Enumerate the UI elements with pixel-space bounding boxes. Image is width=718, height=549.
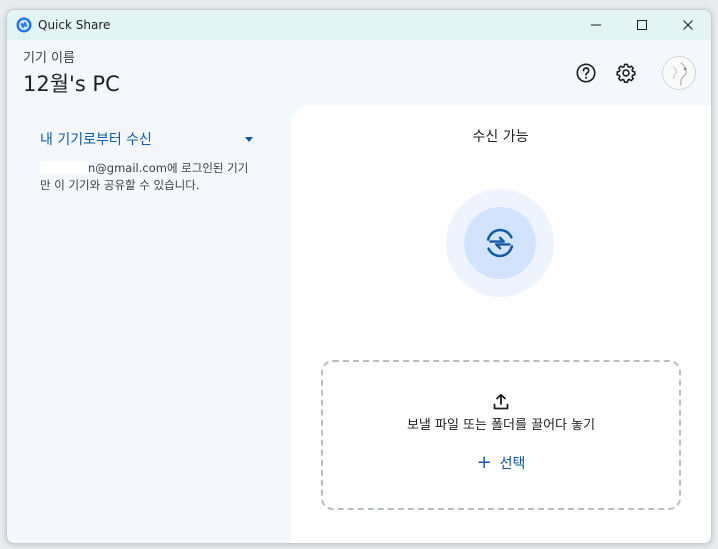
device-name-label: 기기 이름 — [23, 51, 75, 66]
receive-description: n@gmail.com에 로그인된 기기 만 이 기기와 공유할 수 있습니다. — [40, 160, 265, 194]
main-panel: 수신 가능 보낼 파일 또는 폴더를 끌어다 놓기 + 선택 — [290, 105, 711, 543]
gear-icon — [616, 63, 636, 83]
sync-arrows-icon — [486, 228, 514, 258]
quick-share-app-icon — [16, 17, 32, 33]
redacted-email — [40, 161, 88, 174]
avatar-image — [663, 57, 695, 89]
status-halo — [446, 189, 554, 297]
select-files-label: 선택 — [499, 456, 526, 472]
app-title: Quick Share — [38, 18, 111, 32]
caret-down-icon — [245, 137, 253, 142]
device-name[interactable]: 12월's PC — [23, 71, 120, 97]
plus-icon: + — [476, 452, 492, 473]
dropzone-text: 보낼 파일 또는 폴더를 끌어다 놓기 — [406, 418, 596, 433]
maximize-icon — [637, 20, 647, 30]
status-circle — [464, 207, 536, 279]
maximize-button[interactable] — [619, 10, 665, 40]
quick-share-window: Quick Share 기기 이름 12월's PC 내 기기로부터 수신 n@… — [6, 9, 712, 544]
close-button[interactable] — [665, 10, 711, 40]
receive-option-dropdown[interactable]: 내 기기로부터 수신 — [40, 130, 258, 150]
minimize-button[interactable] — [573, 10, 619, 40]
receive-status: 수신 가능 — [472, 129, 529, 145]
select-files-button[interactable]: + 선택 — [463, 450, 539, 476]
close-icon — [683, 20, 693, 30]
avatar[interactable] — [662, 56, 696, 90]
minimize-icon — [591, 24, 601, 26]
upload-icon — [493, 393, 509, 410]
title-bar[interactable]: Quick Share — [7, 10, 711, 40]
help-button[interactable] — [572, 59, 600, 87]
help-icon — [576, 63, 596, 83]
receive-option-label: 내 기기로부터 수신 — [40, 132, 152, 148]
receive-description-line1: n@gmail.com에 로그인된 기기 — [88, 161, 249, 175]
file-dropzone[interactable]: 보낼 파일 또는 폴더를 끌어다 놓기 + 선택 — [321, 360, 681, 510]
receive-description-line2: 만 이 기기와 공유할 수 있습니다. — [40, 178, 200, 192]
settings-button[interactable] — [612, 59, 640, 87]
